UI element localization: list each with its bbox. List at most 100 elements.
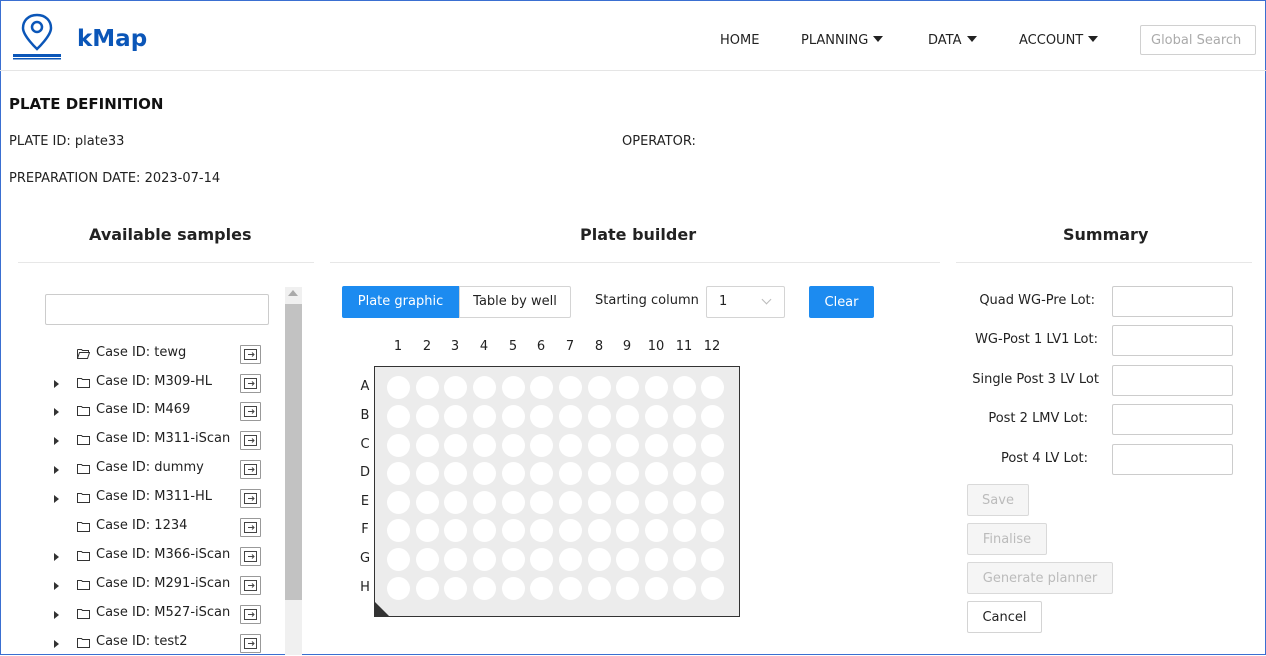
caret-right-icon[interactable]	[54, 408, 59, 416]
plate-well[interactable]	[700, 404, 724, 428]
plate-well[interactable]	[615, 490, 639, 514]
plate-well[interactable]	[472, 433, 496, 457]
plate-well[interactable]	[700, 518, 724, 542]
plate-well[interactable]	[472, 490, 496, 514]
plate-well[interactable]	[529, 433, 553, 457]
plate-well[interactable]	[529, 547, 553, 571]
caret-right-icon[interactable]	[54, 466, 59, 474]
add-to-plate-button[interactable]	[240, 518, 261, 537]
plate-well[interactable]	[587, 433, 611, 457]
plate-well[interactable]	[615, 576, 639, 600]
add-to-plate-button[interactable]	[240, 634, 261, 653]
plate-well[interactable]	[558, 404, 582, 428]
plate-well[interactable]	[472, 518, 496, 542]
nav-data[interactable]: DATA	[928, 33, 977, 48]
plate-well[interactable]	[672, 547, 696, 571]
clear-button[interactable]: Clear	[809, 286, 874, 318]
plate-well[interactable]	[415, 375, 439, 399]
plate-well[interactable]	[672, 433, 696, 457]
plate-well[interactable]	[700, 547, 724, 571]
plate-well[interactable]	[472, 375, 496, 399]
nav-planning[interactable]: PLANNING	[801, 33, 884, 48]
plate-well[interactable]	[443, 375, 467, 399]
plate-well[interactable]	[501, 490, 525, 514]
plate-well[interactable]	[558, 375, 582, 399]
plate-well[interactable]	[587, 547, 611, 571]
plate-well[interactable]	[415, 518, 439, 542]
add-to-plate-button[interactable]	[240, 489, 261, 508]
summary-lot-input[interactable]	[1112, 404, 1233, 435]
plate-well[interactable]	[443, 461, 467, 485]
plate-well[interactable]	[529, 375, 553, 399]
plate-well[interactable]	[501, 576, 525, 600]
add-to-plate-button[interactable]	[240, 460, 261, 479]
tab-table-by-well[interactable]: Table by well	[459, 286, 571, 318]
plate-well[interactable]	[529, 461, 553, 485]
plate-well[interactable]	[415, 547, 439, 571]
plate-well[interactable]	[529, 576, 553, 600]
plate-well[interactable]	[615, 461, 639, 485]
add-to-plate-button[interactable]	[240, 374, 261, 393]
finalise-button[interactable]: Finalise	[967, 523, 1047, 555]
plate-well[interactable]	[386, 547, 410, 571]
plate-well[interactable]	[386, 433, 410, 457]
plate-well[interactable]	[415, 576, 439, 600]
plate-well[interactable]	[644, 433, 668, 457]
plate-well[interactable]	[501, 433, 525, 457]
caret-right-icon[interactable]	[54, 611, 59, 619]
generate-planner-button[interactable]: Generate planner	[967, 562, 1113, 594]
plate-well[interactable]	[644, 461, 668, 485]
global-search-input[interactable]	[1140, 25, 1256, 55]
caret-right-icon[interactable]	[54, 582, 59, 590]
summary-lot-input[interactable]	[1112, 325, 1233, 356]
plate-well[interactable]	[615, 518, 639, 542]
tab-plate-graphic[interactable]: Plate graphic	[342, 286, 459, 318]
plate-well[interactable]	[700, 375, 724, 399]
plate-well[interactable]	[443, 433, 467, 457]
plate-well[interactable]	[529, 518, 553, 542]
plate-well[interactable]	[672, 518, 696, 542]
plate-well[interactable]	[558, 547, 582, 571]
plate-well[interactable]	[672, 461, 696, 485]
plate-well[interactable]	[672, 375, 696, 399]
plate-well[interactable]	[501, 375, 525, 399]
plate-well[interactable]	[415, 461, 439, 485]
plate-well[interactable]	[615, 433, 639, 457]
summary-lot-input[interactable]	[1112, 365, 1233, 396]
plate-well[interactable]	[386, 490, 410, 514]
samples-scrollbar[interactable]	[285, 287, 302, 655]
plate-well[interactable]	[501, 404, 525, 428]
plate-well[interactable]	[443, 518, 467, 542]
plate-well[interactable]	[443, 404, 467, 428]
plate-well[interactable]	[558, 518, 582, 542]
plate-well[interactable]	[415, 404, 439, 428]
plate-well[interactable]	[472, 576, 496, 600]
plate-well[interactable]	[700, 576, 724, 600]
summary-lot-input[interactable]	[1112, 444, 1233, 475]
scroll-up-arrow-icon[interactable]	[288, 290, 298, 296]
brand-name[interactable]: kMap	[77, 26, 147, 52]
sample-filter-input[interactable]	[45, 294, 269, 325]
plate-well[interactable]	[700, 461, 724, 485]
plate-well[interactable]	[386, 518, 410, 542]
nav-home[interactable]: HOME	[720, 33, 759, 48]
caret-right-icon[interactable]	[54, 553, 59, 561]
plate-well[interactable]	[386, 461, 410, 485]
plate-well[interactable]	[672, 490, 696, 514]
plate-well[interactable]	[615, 404, 639, 428]
plate-well[interactable]	[615, 375, 639, 399]
plate-well[interactable]	[415, 433, 439, 457]
plate-well[interactable]	[443, 547, 467, 571]
plate-well[interactable]	[587, 404, 611, 428]
plate-well[interactable]	[501, 518, 525, 542]
save-button[interactable]: Save	[967, 484, 1029, 516]
plate-well[interactable]	[386, 375, 410, 399]
plate-well[interactable]	[558, 433, 582, 457]
plate-well[interactable]	[415, 490, 439, 514]
plate-well[interactable]	[644, 518, 668, 542]
plate-well[interactable]	[587, 461, 611, 485]
plate-well[interactable]	[700, 433, 724, 457]
plate-well[interactable]	[443, 490, 467, 514]
plate-well[interactable]	[501, 461, 525, 485]
plate-well[interactable]	[472, 547, 496, 571]
